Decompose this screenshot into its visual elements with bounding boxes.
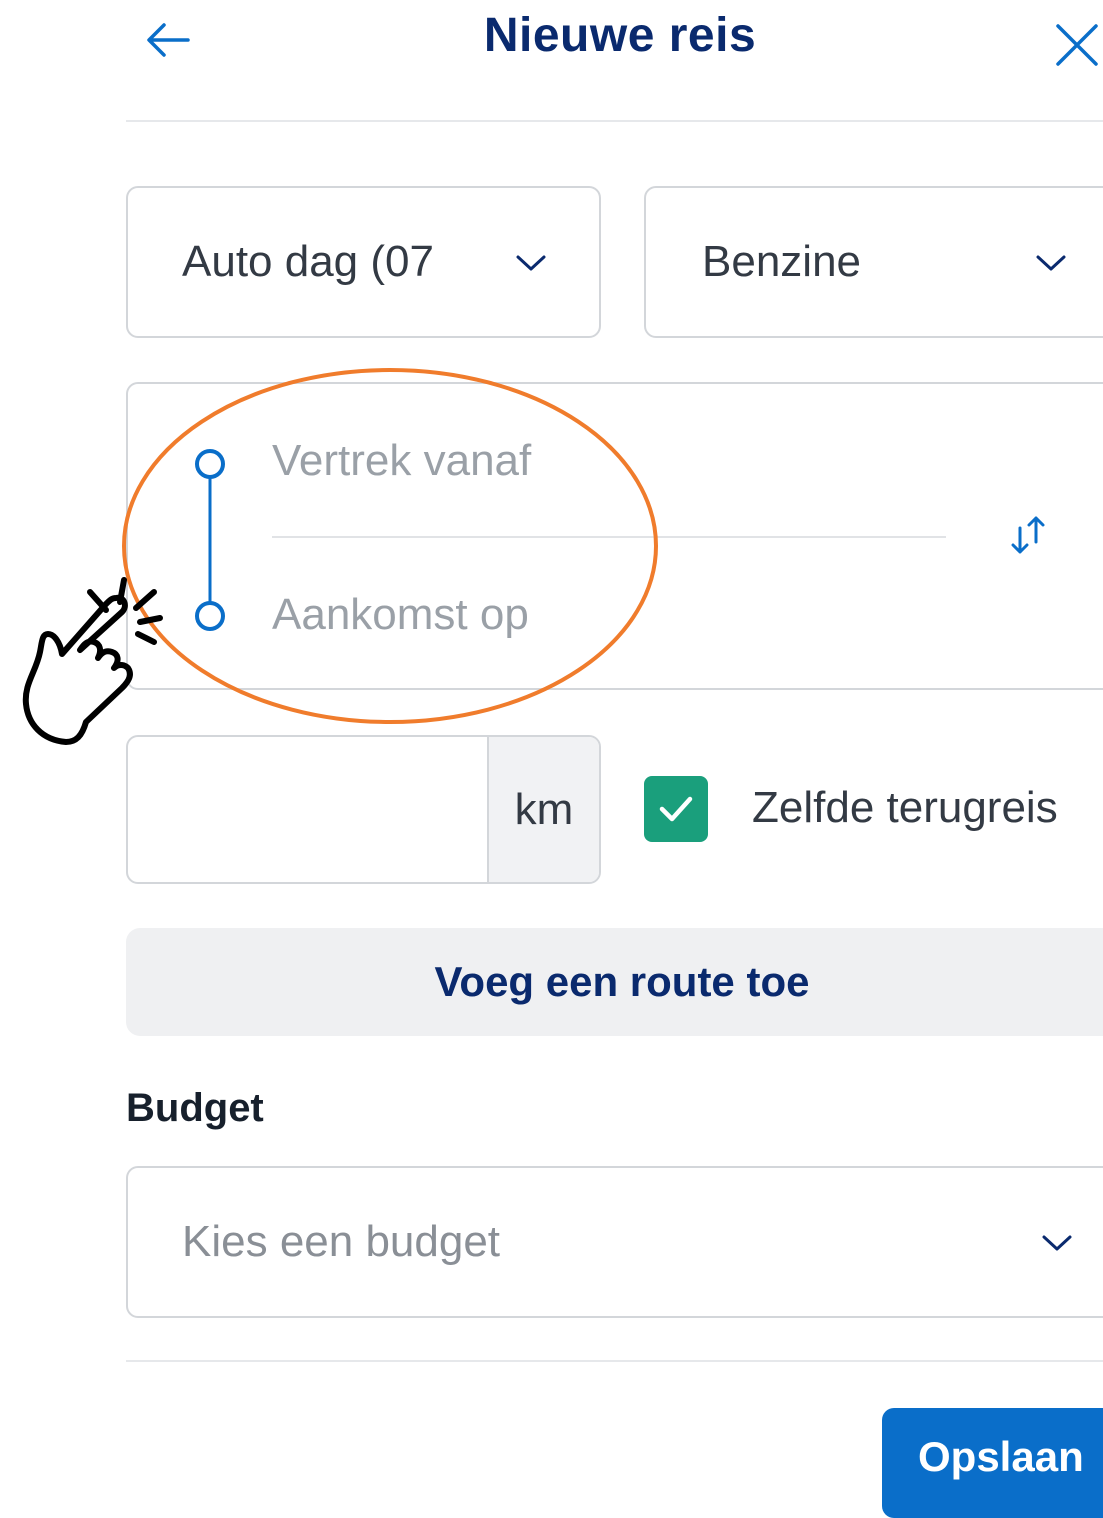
arrival-input[interactable]: Aankomst op [272, 590, 529, 640]
fuel-select-value: Benzine [702, 237, 862, 286]
return-trip-label[interactable]: Zelfde terugreis [752, 782, 1058, 834]
chevron-down-icon [516, 255, 546, 271]
arrow-left-icon [147, 23, 190, 57]
budget-select-placeholder: Kies een budget [182, 1217, 501, 1266]
route-line-icon [195, 449, 225, 631]
transport-select-value: Auto dag (07 [182, 237, 434, 286]
header-divider [126, 120, 1103, 122]
departure-input[interactable]: Vertrek vanaf [272, 436, 531, 486]
budget-select[interactable]: Kies een budget [126, 1166, 1103, 1318]
add-route-button[interactable]: Voeg een route toe [126, 928, 1103, 1036]
save-button-label: Opslaan [918, 1433, 1084, 1480]
page-title: Nieuwe reis [483, 9, 757, 62]
footer-divider [126, 1360, 1103, 1362]
return-trip-checkbox[interactable] [644, 776, 708, 842]
swap-arrows-icon [1011, 516, 1045, 554]
chevron-down-icon [1042, 1235, 1072, 1251]
fuel-select[interactable]: Benzine [644, 186, 1103, 338]
route-input-divider [272, 536, 946, 538]
add-route-label: Voeg een route toe [434, 958, 810, 1005]
swap-button[interactable] [998, 504, 1058, 564]
distance-unit: km [487, 737, 599, 882]
close-icon [1056, 24, 1098, 66]
chevron-down-icon [1036, 255, 1066, 271]
route-card: Vertrek vanaf Aankomst op [126, 382, 1103, 690]
distance-field: km [126, 735, 601, 884]
close-button[interactable] [1040, 8, 1103, 72]
distance-input[interactable] [128, 737, 488, 882]
budget-label: Budget [126, 1086, 264, 1130]
checkmark-icon [659, 796, 693, 822]
back-button[interactable] [130, 10, 206, 70]
transport-select[interactable]: Auto dag (07 [126, 186, 601, 338]
save-button[interactable]: Opslaan [882, 1408, 1103, 1518]
